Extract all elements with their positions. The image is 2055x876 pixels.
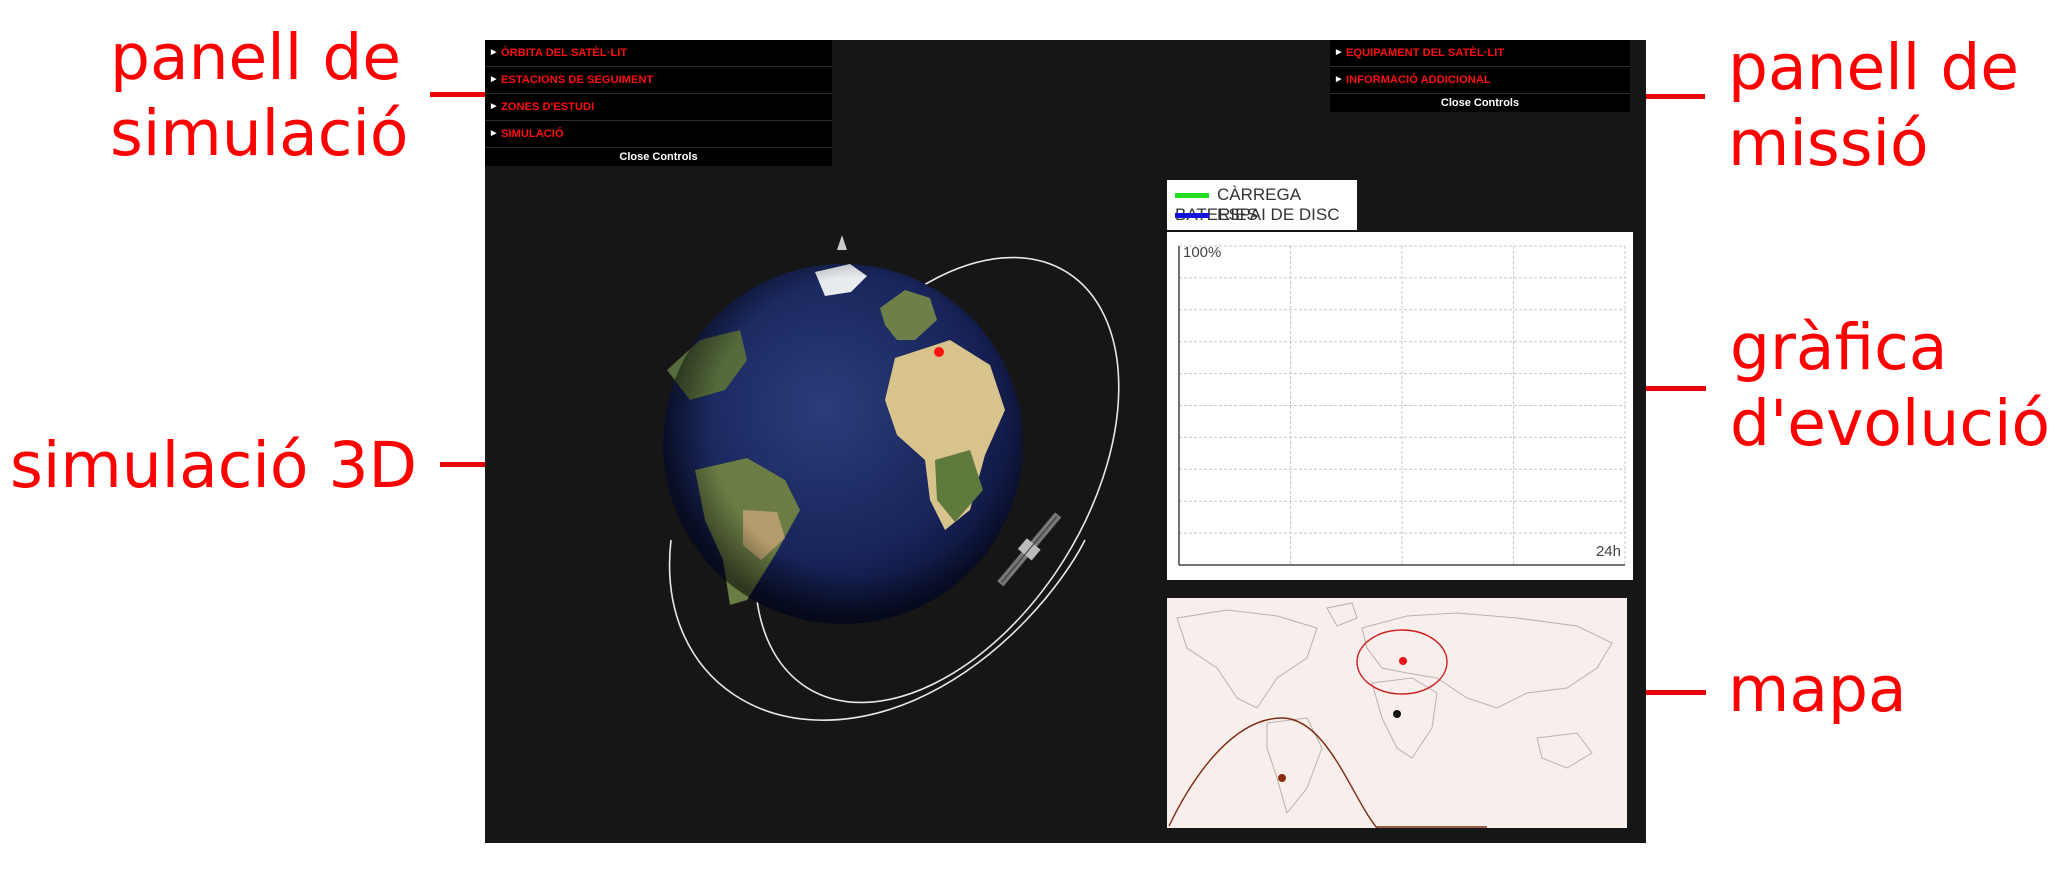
annotation-simulation-panel: panell de simulació [110, 20, 408, 172]
annotation-evolution-chart: gràfica d'evolució [1730, 310, 2050, 462]
earth-globe-icon [663, 235, 1023, 624]
annotation-simulation-3d: simulació 3D [10, 429, 418, 502]
annotation-simulation-panel-line1: panell de simulació [110, 21, 409, 170]
menu-item-label: Equipament del satèl·lit [1346, 47, 1505, 59]
close-controls-button[interactable]: Close Controls [1330, 94, 1630, 112]
legend-label: ESPAI DE DISC [1217, 205, 1340, 224]
legend-swatch-disk [1175, 213, 1209, 219]
legend-item-battery: CÀRREGA BATERIES [1175, 185, 1357, 224]
chart-x-max-label: 24h [1595, 543, 1621, 560]
station-marker [1399, 657, 1407, 665]
expand-arrow-icon: ▶ [1336, 76, 1342, 83]
annotation-map: mapa [1728, 653, 1907, 726]
world-map-icon[interactable] [1167, 598, 1627, 828]
legend-item-disk: ESPAI DE DISC [1175, 205, 1340, 225]
app-window: ▶ Òrbita del satèl·lit ▶ Estacions de se… [485, 40, 1646, 843]
chart-grid [1179, 245, 1626, 566]
ground-track-marker [1278, 774, 1286, 782]
evolution-chart: 100% 24h [1167, 232, 1633, 580]
menu-item-additional-info[interactable]: ▶ Informació addicional [1330, 67, 1630, 94]
annotation-mission-panel: panell de missió [1728, 30, 2019, 182]
menu-item-satellite-equipment[interactable]: ▶ Equipament del satèl·lit [1330, 40, 1630, 67]
chart-y-max-label: 100% [1183, 244, 1222, 261]
satellite-marker [1393, 710, 1401, 718]
mission-control-panel: ▶ Equipament del satèl·lit ▶ Informació … [1330, 40, 1630, 112]
simulation-3d-viewport[interactable] [485, 40, 1165, 843]
expand-arrow-icon: ▶ [1336, 49, 1342, 56]
menu-item-label: Informació addicional [1346, 74, 1491, 86]
annotation-evolution-chart-text: gràfica d'evolució [1730, 311, 2051, 460]
legend-swatch-battery [1175, 193, 1209, 199]
annotation-mission-panel-text: panell de missió [1728, 31, 2020, 180]
annotation-pointer [430, 92, 488, 97]
chart-legend: CÀRREGA BATERIES ESPAI DE DISC [1167, 180, 1357, 230]
